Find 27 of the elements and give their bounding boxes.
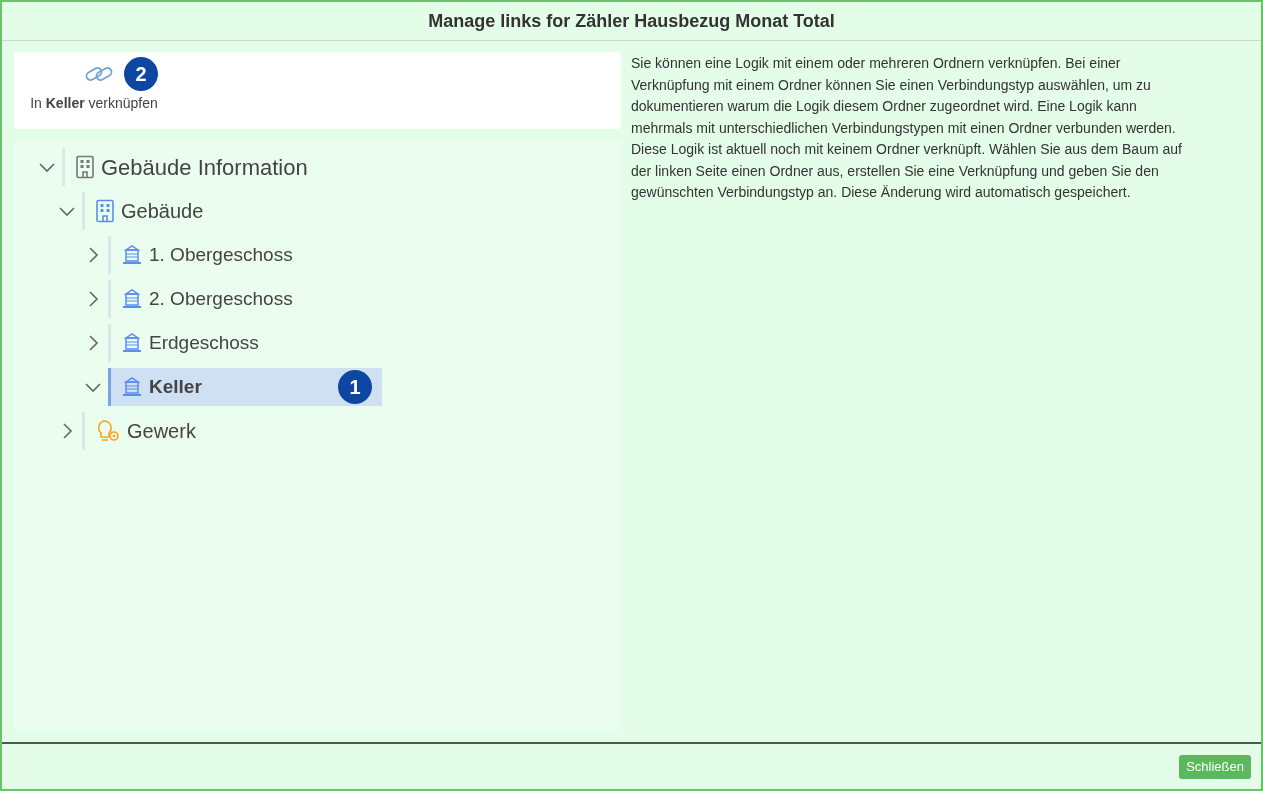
tree-item[interactable]: Gebäude	[82, 192, 214, 230]
floor-icon	[121, 376, 143, 398]
building-icon	[75, 155, 95, 179]
building-icon	[95, 199, 115, 223]
tree-item[interactable]: Gewerk	[82, 412, 206, 450]
tree-item-label: Gebäude Information	[101, 153, 308, 182]
tree-item[interactable]: Gebäude Information	[62, 148, 318, 186]
tree-item[interactable]: Erdgeschoss	[108, 324, 269, 362]
lightbulb-gear-icon	[95, 419, 121, 443]
link-icon	[84, 64, 114, 84]
window-title: Manage links for Zähler Hausbezug Monat Total	[428, 9, 835, 33]
floor-icon	[121, 332, 143, 354]
description-text: Sie können eine Logik mit einem oder mehreren Ordnern verknüpfen. Bei einer Verknüpfung mit einem Ordner können Sie einen Verbindungstyp auswählen, um zu dokumentieren warum die Logik diesem Ordner zugeordnet wird. Eine Logik kann mehrmals mit unterschiedlichen Verbindungstypen mit einen Ordner verbunden werden. Diese Logik ist aktuell noch mit keinem Ordner verknüpft. Wählen Sie aus dem Baum auf der linken Seite einen Ordner aus, erstellen Sie eine Verknüpfung und geben Sie den gewünschten Verbindungstyp an. Diese Änderung wird automatisch gespeichert.	[631, 54, 1183, 202]
floor-icon	[121, 288, 143, 310]
tree-item[interactable]: 2. Obergeschoss	[108, 280, 303, 318]
tree-item-label: Erdgeschoss	[149, 330, 259, 355]
tree-item-label: Gebäude	[121, 199, 204, 224]
link-button[interactable]: 2 In Keller verknüpfen	[30, 57, 158, 129]
tree-item[interactable]: 1. Obergeschoss	[108, 236, 303, 274]
floor-icon	[121, 244, 143, 266]
step-badge: 1	[338, 370, 372, 404]
tree-item-label: Keller	[149, 374, 202, 399]
tree-item[interactable]: Keller 1	[108, 368, 382, 406]
tree-item-label: 1. Obergeschoss	[149, 242, 293, 267]
tree-item-label: Gewerk	[127, 419, 196, 444]
tree-item-label: 2. Obergeschoss	[149, 286, 293, 311]
step-badge: 2	[124, 57, 158, 91]
